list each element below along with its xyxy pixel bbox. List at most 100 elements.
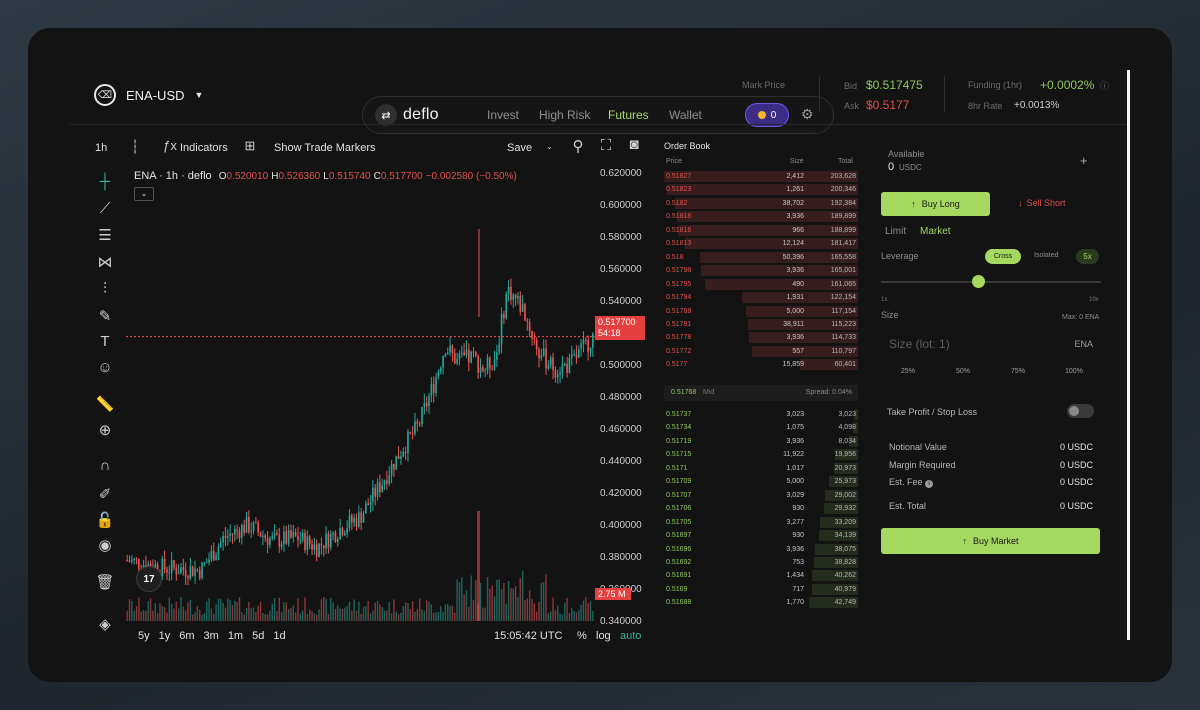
range-1y[interactable]: 1y (159, 630, 171, 642)
bid-row[interactable]: 0.51691 1,434 40,262 (664, 569, 858, 582)
fib-icon[interactable]: ☰ (95, 226, 115, 244)
grid-icon[interactable]: ⊞ (240, 138, 260, 154)
pattern-icon[interactable]: ⋈ (95, 253, 115, 271)
tab-market[interactable]: Market (920, 226, 951, 237)
ask-row[interactable]: 0.51778 3,936 114,733 (664, 331, 858, 344)
buy-market-button[interactable]: ↑ Buy Market (881, 528, 1100, 554)
bid-row[interactable]: 0.51737 3,023 3,023 (664, 408, 858, 421)
percent-toggle[interactable]: % (577, 630, 587, 642)
size-50-button[interactable]: 50% (956, 368, 970, 375)
bid-row[interactable]: 0.51696 3,936 38,075 (664, 543, 858, 556)
save-button[interactable]: Save (507, 142, 532, 154)
price-chart[interactable]: 0.620000 0.600000 0.580000 0.560000 0.540000… (126, 158, 646, 628)
emoji-icon[interactable]: ☺ (95, 359, 115, 376)
ask-row[interactable]: 0.51816 966 188,899 (664, 224, 858, 237)
clock-utc[interactable]: 15:05:42 UTC (494, 630, 562, 642)
bid-row[interactable]: 0.51688 1,770 42,749 (664, 596, 858, 609)
bid-row[interactable]: 0.51709 5,000 25,973 (664, 475, 858, 488)
ask-row[interactable]: 0.51781 38,911 115,223 (664, 318, 858, 331)
buy-long-button[interactable]: ↑ Buy Long (881, 192, 990, 216)
leverage-slider-track[interactable] (881, 281, 1101, 283)
size-25-button[interactable]: 25% (901, 368, 915, 375)
bid-row[interactable]: 0.51719 3,936 8,034 (664, 435, 858, 448)
bid-row[interactable]: 0.51734 1,075 4,098 (664, 421, 858, 434)
leverage-slider-thumb[interactable] (971, 275, 985, 288)
range-1d[interactable]: 1d (273, 630, 285, 642)
ask-row[interactable]: 0.51772 557 110,797 (664, 345, 858, 358)
margin-cross-button[interactable]: Cross (985, 249, 1021, 264)
eye-icon[interactable]: ◉ (95, 536, 115, 554)
ruler-icon[interactable]: 📏 (95, 395, 115, 413)
trash-icon[interactable]: 🗑 (95, 573, 115, 591)
candles-icon[interactable]: ┆ (125, 139, 145, 155)
tab-limit[interactable]: Limit (885, 226, 906, 237)
text-icon[interactable]: T (95, 333, 115, 350)
deposit-plus-button[interactable]: + (1080, 153, 1088, 168)
range-5d[interactable]: 5d (252, 630, 264, 642)
candle-body (524, 304, 526, 321)
range-1m[interactable]: 1m (228, 630, 243, 642)
bid-row[interactable]: 0.51705 3,277 33,209 (664, 516, 858, 529)
ask-row[interactable]: 0.5177 15,859 60,401 (664, 358, 858, 371)
interval-selector[interactable]: 1h (95, 142, 107, 154)
pencil-lock-icon[interactable]: ✐ (95, 485, 115, 503)
bid-row[interactable]: 0.51692 753 38,828 (664, 556, 858, 569)
auto-toggle[interactable]: auto (620, 630, 641, 642)
symbol-selector[interactable]: ⌫ ENA-USD ▼ (94, 84, 203, 106)
ask-row[interactable]: 0.518 50,396 165,558 (664, 251, 858, 264)
bid-row[interactable]: 0.51706 930 29,932 (664, 502, 858, 515)
ask-row[interactable]: 0.5182 38,702 192,384 (664, 197, 858, 210)
candle-body (332, 532, 334, 534)
prediction-icon[interactable]: ⫶ (95, 280, 115, 297)
gear-icon[interactable]: ⚙ (801, 106, 814, 123)
ask-row[interactable]: 0.51795 490 161,065 (664, 278, 858, 291)
magnet-icon[interactable]: ∩ (95, 457, 115, 474)
brush-icon[interactable]: ✎ (95, 307, 115, 325)
ask-row[interactable]: 0.51818 3,936 189,899 (664, 210, 858, 223)
scrollbar[interactable] (1127, 70, 1130, 640)
sell-short-button[interactable]: ↓ Sell Short (1018, 198, 1066, 208)
ask-row[interactable]: 0.51813 12,124 181,417 (664, 237, 858, 250)
info-icon[interactable]: ⓘ (1100, 79, 1109, 92)
range-3m[interactable]: 3m (204, 630, 219, 642)
range-5y[interactable]: 5y (138, 630, 150, 642)
nav-invest[interactable]: Invest (487, 108, 519, 122)
info-icon[interactable]: i (925, 480, 934, 488)
fullscreen-icon[interactable]: ⛶ (596, 137, 616, 154)
layers-icon[interactable]: ◈ (95, 615, 115, 633)
camera-icon[interactable]: ◙ (624, 136, 644, 153)
nav-high-risk[interactable]: High Risk (539, 108, 590, 122)
bid-row[interactable]: 0.51697 930 34,139 (664, 529, 858, 542)
size-100-button[interactable]: 100% (1065, 368, 1083, 375)
log-toggle[interactable]: log (596, 630, 611, 642)
size-75-button[interactable]: 75% (1011, 368, 1025, 375)
trend-line-icon[interactable]: ⟋ (95, 200, 115, 217)
bid-row[interactable]: 0.51707 3,029 29,002 (664, 489, 858, 502)
nav-wallet[interactable]: Wallet (669, 108, 702, 122)
zoom-in-icon[interactable]: ⊕ (95, 421, 115, 439)
tpsl-toggle[interactable] (1067, 404, 1094, 418)
indicators-icon[interactable]: ƒx (160, 138, 180, 153)
ask-row[interactable]: 0.51788 5,000 117,154 (664, 305, 858, 318)
trade-markers-button[interactable]: Show Trade Markers (274, 142, 375, 154)
quick-search-icon[interactable]: ⚲ (568, 137, 588, 155)
nav-futures[interactable]: Futures (608, 108, 649, 122)
range-6m[interactable]: 6m (179, 630, 194, 642)
leverage-badge[interactable]: 5x (1076, 249, 1099, 264)
bid-row[interactable]: 0.5171 1,017 20,973 (664, 462, 858, 475)
ask-row[interactable]: 0.51827 2,412 203,628 (664, 170, 858, 183)
bid-row[interactable]: 0.51715 11,922 19,956 (664, 448, 858, 461)
ob-size: 3,936 (786, 267, 804, 275)
ask-row[interactable]: 0.51823 1,261 200,346 (664, 183, 858, 196)
lock-icon[interactable]: 🔓 (95, 511, 115, 529)
indicators-button[interactable]: Indicators (180, 142, 228, 154)
chevron-down-icon[interactable]: ⌄ (546, 142, 553, 151)
ask-row[interactable]: 0.51794 1,931 122,154 (664, 291, 858, 304)
margin-isolated-button[interactable]: Isolated (1034, 252, 1059, 259)
logo[interactable]: ⇄ deflo (375, 104, 439, 126)
bid-row[interactable]: 0.5169 717 40,979 (664, 583, 858, 596)
tradingview-logo[interactable]: 17 (136, 566, 162, 592)
size-field[interactable]: Size (lot: 1) ENA (881, 329, 1101, 359)
crosshair-icon[interactable]: ┼ (95, 173, 115, 190)
ask-row[interactable]: 0.51798 3,936 165,001 (664, 264, 858, 277)
